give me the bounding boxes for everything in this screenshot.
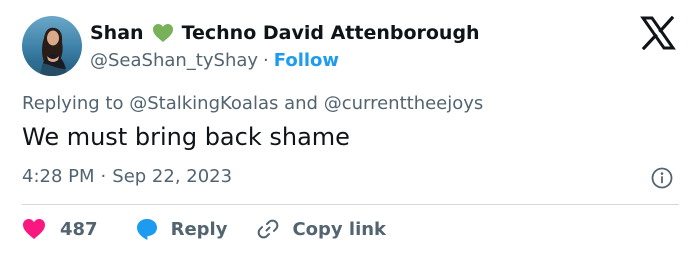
tweet-actions: 487 Reply Copy link	[22, 214, 386, 244]
divider	[22, 204, 679, 205]
avatar[interactable]	[22, 16, 82, 76]
mention-link-1[interactable]: @StalkingKoalas	[129, 93, 278, 114]
x-logo-icon[interactable]	[640, 15, 676, 51]
like-button[interactable]: 487	[22, 218, 98, 240]
tweet-timestamp[interactable]: 4:28 PM · Sep 22, 2023	[22, 166, 232, 187]
link-icon	[258, 219, 279, 239]
tweet-time: 4:28 PM	[22, 166, 95, 187]
avatar-image	[22, 16, 82, 76]
follow-button[interactable]: Follow	[274, 50, 339, 71]
mention-link-2[interactable]: @currenttheejoys	[324, 93, 484, 114]
separator-dot: ·	[263, 49, 269, 71]
green-heart-emoji-icon	[152, 23, 174, 43]
user-handle[interactable]: @SeaShan_tyShay	[90, 50, 258, 71]
heart-icon	[23, 219, 45, 239]
info-icon[interactable]	[651, 167, 673, 189]
tweet-header: Shan Techno David Attenborough @SeaShan_…	[90, 20, 480, 72]
replying-conjunction: and	[284, 93, 318, 114]
tweet-text: We must bring back shame	[22, 123, 350, 151]
reply-button[interactable]: Reply	[135, 217, 228, 241]
tweet-date: Sep 22, 2023	[112, 166, 233, 187]
reply-label: Reply	[170, 218, 228, 240]
separator-dot: ·	[100, 166, 107, 187]
replying-prefix: Replying to	[22, 93, 124, 114]
reply-context: Replying to @StalkingKoalas and @current…	[22, 93, 483, 114]
reply-bubble-icon	[136, 219, 157, 240]
display-name[interactable]: Shan Techno David Attenborough	[90, 20, 480, 46]
like-count: 487	[60, 218, 98, 240]
copy-link-button[interactable]: Copy link	[256, 217, 386, 241]
handle-row: @SeaShan_tyShay · Follow	[90, 48, 480, 72]
copy-link-label: Copy link	[292, 218, 387, 240]
display-name-rest: Techno David Attenborough	[181, 22, 480, 44]
display-name-first: Shan	[90, 22, 144, 44]
